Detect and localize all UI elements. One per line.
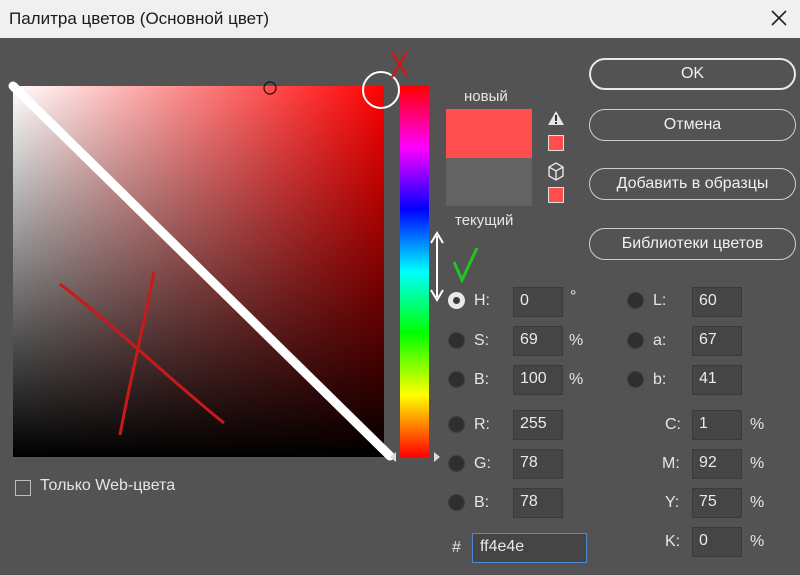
lab-b-radio[interactable] — [627, 371, 644, 388]
saturation-unit: % — [569, 332, 584, 349]
hex-label: # — [452, 539, 461, 556]
web-safe-swatch[interactable] — [548, 187, 564, 203]
web-only-label: Только Web-цвета — [40, 477, 176, 494]
lab-b-label: b: — [653, 371, 667, 388]
saturation-label: S: — [474, 332, 490, 349]
ok-button[interactable]: OK — [589, 58, 796, 90]
hex-input[interactable]: ff4e4e — [472, 533, 587, 563]
brightness-radio[interactable] — [448, 371, 465, 388]
red-input[interactable]: 255 — [513, 410, 563, 440]
lab-a-radio[interactable] — [627, 332, 644, 349]
saturation-input[interactable]: 69 — [513, 326, 563, 356]
black-input[interactable]: 0 — [692, 527, 742, 557]
brightness-label: B: — [474, 371, 490, 388]
lightness-radio[interactable] — [627, 292, 644, 309]
lab-a-input[interactable]: 67 — [692, 326, 742, 356]
blue-input[interactable]: 78 — [513, 488, 563, 518]
black-label: K: — [665, 533, 681, 550]
annotation-red-cross-small — [390, 51, 409, 78]
hue-unit: ° — [570, 288, 577, 305]
green-label: G: — [474, 455, 491, 472]
new-color-label: новый — [464, 88, 508, 105]
out-of-gamut-warning-icon[interactable] — [548, 111, 564, 125]
cancel-button[interactable]: Отмена — [589, 109, 796, 141]
lightness-label: L: — [653, 292, 667, 309]
yellow-label: Y: — [665, 494, 680, 511]
saturation-brightness-field[interactable] — [13, 86, 384, 457]
dialog-title: Палитра цветов (Основной цвет) — [9, 9, 270, 28]
red-radio[interactable] — [448, 416, 465, 433]
web-safe-cube-icon[interactable] — [548, 162, 564, 181]
brightness-input[interactable]: 100 — [513, 365, 563, 395]
add-to-swatches-button[interactable]: Добавить в образцы — [589, 168, 796, 200]
saturation-radio[interactable] — [448, 332, 465, 349]
cyan-label: C: — [665, 416, 681, 433]
yellow-unit: % — [750, 494, 765, 511]
annotation-green-check — [452, 247, 479, 284]
color-libraries-button[interactable]: Библиотеки цветов — [589, 228, 796, 260]
blue-radio[interactable] — [448, 494, 465, 511]
green-input[interactable]: 78 — [513, 449, 563, 479]
lab-a-label: a: — [653, 332, 667, 349]
magenta-label: M: — [662, 455, 680, 472]
hue-label: H: — [474, 292, 490, 309]
magenta-unit: % — [750, 455, 765, 472]
red-label: R: — [474, 416, 490, 433]
gamut-correction-swatch[interactable] — [548, 135, 564, 151]
current-color-swatch[interactable] — [446, 158, 532, 206]
green-radio[interactable] — [448, 455, 465, 472]
magenta-input[interactable]: 92 — [692, 449, 742, 479]
cyan-unit: % — [750, 416, 765, 433]
cyan-input[interactable]: 1 — [692, 410, 742, 440]
hue-radio[interactable] — [448, 292, 465, 309]
brightness-unit: % — [569, 371, 584, 388]
lightness-input[interactable]: 60 — [692, 287, 742, 317]
slider-left-arrow-icon[interactable] — [390, 452, 396, 462]
yellow-input[interactable]: 75 — [692, 488, 742, 518]
web-only-checkbox[interactable] — [15, 480, 31, 496]
lab-b-input[interactable]: 41 — [692, 365, 742, 395]
hue-input[interactable]: 0 — [513, 287, 563, 317]
slider-right-arrow-icon[interactable] — [434, 452, 440, 462]
new-color-swatch — [446, 109, 532, 158]
hue-slider[interactable] — [400, 86, 429, 457]
current-color-label: текущий — [455, 212, 514, 229]
blue-label: B: — [474, 494, 490, 511]
black-unit: % — [750, 533, 765, 550]
close-icon[interactable] — [764, 3, 794, 33]
title-bar: Палитра цветов (Основной цвет) — [0, 0, 800, 38]
